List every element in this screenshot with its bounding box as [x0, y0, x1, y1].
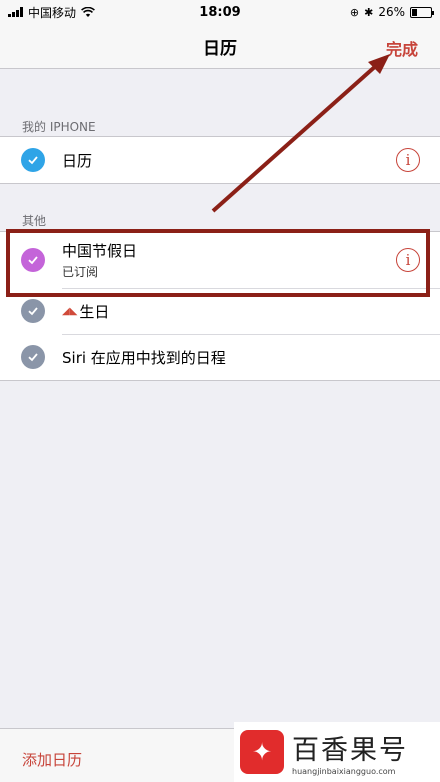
- calendar-label: 日历: [62, 151, 93, 170]
- watermark: ✦ 百香果号 huangjinbaixiangguo.com: [234, 722, 440, 782]
- signal-icon: [8, 7, 23, 17]
- status-bar: 中国移动 18:09 ⊕ ✱ 26%: [0, 0, 440, 24]
- check-icon[interactable]: [21, 148, 45, 172]
- watermark-texts: 百香果号 huangjinbaixiangguo.com: [292, 728, 408, 776]
- watermark-name: 百香果号: [292, 735, 408, 766]
- calendar-row-calendar[interactable]: 日历 i: [0, 137, 440, 183]
- calendar-label: Siri 在应用中找到的日程: [62, 348, 226, 367]
- section-header-other: 其他: [22, 214, 47, 228]
- annotation-highlight-box: [6, 229, 430, 297]
- battery-percent: 26%: [378, 5, 405, 19]
- battery-icon: [410, 6, 434, 18]
- row-texts: Siri 在应用中找到的日程: [62, 347, 226, 368]
- status-left: 中国移动: [8, 4, 95, 21]
- iphone-calendar-group: 日历 i: [0, 136, 440, 184]
- wifi-icon: [81, 6, 95, 17]
- carrier-label: 中国移动: [28, 5, 77, 20]
- battery-fill: [412, 8, 417, 16]
- calendar-label: 生日: [79, 302, 110, 321]
- calendar-row-siri[interactable]: Siri 在应用中找到的日程: [0, 334, 440, 380]
- star-logo-icon: ✦: [240, 730, 284, 774]
- check-icon[interactable]: [21, 299, 45, 323]
- info-icon[interactable]: i: [396, 148, 420, 172]
- section-header-iphone: 我的 IPHONE: [22, 120, 96, 134]
- nav-bar: 日历 完成: [0, 24, 440, 69]
- page-title: 日历: [203, 38, 237, 59]
- done-button[interactable]: 完成: [386, 36, 418, 60]
- add-calendar-button[interactable]: 添加日历: [22, 749, 82, 770]
- row-texts: 日历: [62, 150, 92, 171]
- row-texts: ◢◣ 生日: [62, 301, 109, 322]
- status-right: ⊕ ✱ 26%: [349, 5, 434, 19]
- bluetooth-icon: ✱: [364, 5, 374, 19]
- orientation-lock-icon: ⊕: [349, 5, 360, 19]
- gift-icon: ◢◣: [62, 305, 78, 317]
- watermark-url: huangjinbaixiangguo.com: [292, 767, 396, 776]
- check-icon[interactable]: [21, 345, 45, 369]
